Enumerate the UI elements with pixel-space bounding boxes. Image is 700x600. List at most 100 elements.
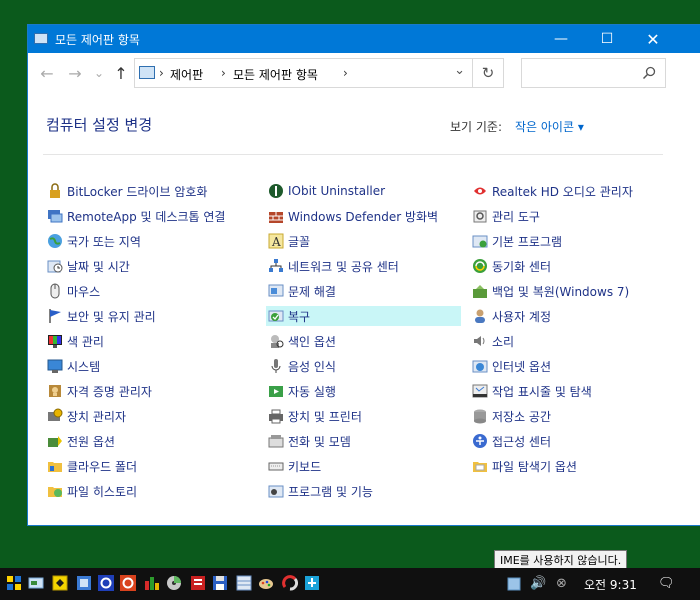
cp-item-recovery[interactable]: 복구 [266,306,461,326]
cp-item-troubleshoot[interactable]: 문제 해결 [266,281,461,301]
cp-item-printer[interactable]: 장치 및 프린터 [266,406,461,426]
app-cyan-icon[interactable] [304,575,320,591]
start-icon[interactable] [6,575,22,591]
cp-item-programs[interactable]: 프로그램 및 기능 [266,481,461,501]
app-yellow-icon[interactable] [52,575,68,591]
cp-item-iobit[interactable]: IObit Uninstaller [266,181,461,201]
folder-options-icon [473,462,487,472]
cp-item-color-management[interactable]: 색 관리 [45,331,240,351]
keyboard-icon [268,462,284,471]
app-grid-icon[interactable] [236,575,252,591]
cp-item-file-history[interactable]: 파일 히스토리 [45,481,240,501]
control-panel-taskbar-icon[interactable] [28,575,44,591]
title-bar[interactable]: 모든 제어판 항목 — ☐ ✕ [28,25,700,53]
cp-item-autoplay[interactable]: 자동 실행 [266,381,461,401]
cp-item-label: 국가 또는 지역 [67,234,141,249]
cp-item-internet-options[interactable]: 인터넷 옵션 [470,356,665,376]
clock[interactable]: 오전 9:31 [584,576,637,593]
cp-item-storage[interactable]: 저장소 공간 [470,406,665,426]
address-dropdown[interactable]: ⌄ [454,63,465,78]
back-button[interactable]: ← [38,63,56,83]
paint-icon[interactable] [258,575,274,591]
view-by-dropdown[interactable]: 작은 아이콘 ▾ [515,118,584,135]
cp-item-label: 문제 해결 [288,284,336,299]
cp-item-power[interactable]: 전원 옵션 [45,431,240,451]
forward-button[interactable]: → [66,63,84,83]
cp-item-remoteapp[interactable]: RemoteApp 및 데스크톱 연결 [45,206,240,226]
app-red-icon[interactable] [190,575,206,591]
refresh-button[interactable]: ↻ [472,59,503,87]
cp-item-label: 보안 및 유지 관리 [67,309,156,324]
search-input[interactable] [526,64,640,84]
bitlocker-icon [50,183,60,198]
app-chart-icon[interactable] [144,575,160,591]
app-swirl-icon[interactable] [282,575,298,591]
breadcrumb-control-panel[interactable]: 제어판 [170,66,203,83]
cp-item-network[interactable]: 네트워크 및 공유 센터 [266,256,461,276]
cp-item-admin-tools[interactable]: 관리 도구 [470,206,665,226]
cp-item-accessibility[interactable]: 접근성 센터 [470,431,665,451]
cp-item-user-accounts[interactable]: 사용자 계정 [470,306,665,326]
cp-item-datetime[interactable]: 날짜 및 시간 [45,256,240,276]
recent-locations-button[interactable]: ⌄ [90,63,108,83]
cp-item-label: 전화 및 모뎀 [288,434,351,449]
cp-item-indexing[interactable]: 색인 옵션 [266,331,461,351]
cp-item-sound[interactable]: 소리 [470,331,665,351]
network-icon [269,259,283,272]
address-bar[interactable]: › 제어판 › 모든 제어판 항목 › ⌄ ↻ [134,58,504,88]
realtek-icon [474,187,486,195]
cp-item-backup[interactable]: 백업 및 복원(Windows 7) [470,281,665,301]
cp-item-label: 네트워크 및 공유 센터 [288,259,399,274]
app-o-icon[interactable] [98,575,114,591]
cp-item-bitlocker[interactable]: BitLocker 드라이브 암호화 [45,181,240,201]
ime-tooltip: IME를 사용하지 않습니다. [494,550,628,570]
cp-item-taskbar[interactable]: 작업 표시줄 및 탐색 [470,381,665,401]
cp-item-label: RemoteApp 및 데스크톱 연결 [67,209,226,224]
maximize-button[interactable]: ☐ [584,25,630,53]
cp-item-device-manager[interactable]: 장치 관리자 [45,406,240,426]
cp-item-label: 파일 탐색기 옵션 [492,459,577,474]
cp-item-microphone[interactable]: 음성 인식 [266,356,461,376]
breadcrumb-separator: › [221,66,226,80]
cp-item-realtek[interactable]: Realtek HD 오디오 관리자 [470,181,665,201]
cp-item-phone[interactable]: 전화 및 모뎀 [266,431,461,451]
action-center-icon[interactable]: 🗨 [658,576,675,591]
disc-icon[interactable] [166,575,182,591]
cp-item-label: 소리 [492,334,515,349]
cp-item-label: 프로그램 및 기능 [288,484,373,499]
iobit-taskbar-icon[interactable] [120,575,136,591]
search-icon[interactable] [641,65,657,81]
minimize-button[interactable]: — [538,25,584,53]
app-blue-icon[interactable] [76,575,92,591]
credential-icon [49,385,61,397]
sound-icon [474,336,485,346]
cp-item-mouse[interactable]: 마우스 [45,281,240,301]
save-icon[interactable] [212,575,228,591]
cp-item-flag[interactable]: 보안 및 유지 관리 [45,306,240,326]
volume-icon[interactable]: 🔊 [530,576,546,591]
cp-item-keyboard[interactable]: 키보드 [266,456,461,476]
iobit-icon [269,184,283,198]
cp-item-credential[interactable]: 자격 증명 관리자 [45,381,240,401]
cp-item-cloud-folder[interactable]: 클라우드 폴더 [45,456,240,476]
user-accounts-icon [475,309,485,323]
file-history-icon [48,487,62,497]
cp-item-folder-options[interactable]: 파일 탐색기 옵션 [470,456,665,476]
cp-item-label: 자동 실행 [288,384,336,399]
cp-item-system[interactable]: 시스템 [45,356,240,376]
up-button[interactable]: ↑ [112,63,130,83]
cp-item-sync[interactable]: 동기화 센터 [470,256,665,276]
cp-item-region[interactable]: 국가 또는 지역 [45,231,240,251]
search-box[interactable] [521,58,666,88]
cp-item-label: 글꼴 [288,234,311,249]
close-button[interactable]: ✕ [630,25,676,53]
breadcrumb-separator[interactable]: › [343,66,348,80]
cp-item-font[interactable]: A 글꼴 [266,231,461,251]
ime-icon[interactable]: ⊗ [556,576,567,591]
cp-item-label: 시스템 [67,359,101,374]
microphone-icon [271,359,281,373]
tray-app-icon[interactable] [506,576,522,592]
cp-item-firewall[interactable]: Windows Defender 방화벽 [266,206,461,226]
cp-item-default-programs[interactable]: 기본 프로그램 [470,231,665,251]
breadcrumb-all-items[interactable]: 모든 제어판 항목 [233,66,318,83]
